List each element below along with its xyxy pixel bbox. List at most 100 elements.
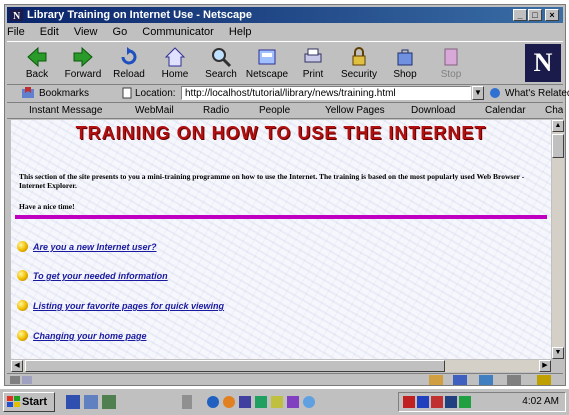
printer-icon bbox=[304, 48, 322, 63]
menu-communicator[interactable]: Communicator bbox=[142, 26, 214, 38]
security-label: Security bbox=[340, 69, 378, 80]
bullet-icon bbox=[17, 270, 28, 281]
print-label: Print bbox=[302, 69, 324, 80]
stop-icon bbox=[444, 48, 458, 66]
reload-button[interactable]: Reload bbox=[107, 44, 151, 84]
clock[interactable]: 4:02 AM bbox=[522, 396, 559, 407]
link-home-page[interactable]: Changing your home page bbox=[33, 331, 147, 341]
system-tray: 4:02 AM bbox=[398, 392, 566, 412]
search-button[interactable]: Search bbox=[199, 44, 243, 84]
window-title: Library Training on Internet Use - Netsc… bbox=[27, 9, 252, 21]
component-bar-icons[interactable] bbox=[427, 374, 557, 386]
instant-message-link[interactable]: Instant Message bbox=[29, 105, 102, 116]
whats-related-button[interactable]: What's Related bbox=[505, 88, 569, 99]
download-link[interactable]: Download bbox=[411, 105, 455, 116]
search-label: Search bbox=[205, 69, 237, 80]
calendar-link[interactable]: Calendar bbox=[485, 105, 526, 116]
greeting-text: Have a nice time! bbox=[19, 202, 75, 211]
reload-icon bbox=[121, 47, 137, 65]
bookmarks-button[interactable]: Bookmarks bbox=[39, 88, 89, 99]
status-bar bbox=[7, 373, 563, 386]
maximize-button[interactable]: □ bbox=[528, 9, 542, 21]
stop-label: Stop bbox=[440, 69, 462, 80]
scroll-left-button[interactable]: ◀ bbox=[11, 360, 23, 372]
back-arrow-icon bbox=[27, 46, 47, 68]
desktop-shortcut-icon[interactable] bbox=[66, 395, 80, 409]
app-icon[interactable] bbox=[254, 395, 268, 409]
netscape-logo: N bbox=[525, 44, 561, 82]
scroll-up-button[interactable]: ▲ bbox=[552, 120, 564, 132]
reload-label: Reload bbox=[113, 69, 145, 80]
app-icon[interactable] bbox=[222, 395, 236, 409]
home-label: Home bbox=[161, 69, 189, 80]
whats-related-icon bbox=[490, 88, 500, 98]
navigation-toolbar: Back Forward Reload Home Search Netscape… bbox=[7, 41, 563, 85]
explorer-shortcut-icon[interactable] bbox=[84, 395, 98, 409]
app-icon[interactable] bbox=[206, 395, 220, 409]
home-icon bbox=[164, 47, 186, 67]
location-bar: Bookmarks Location: http://localhost/tut… bbox=[7, 85, 569, 103]
browser-window: N Library Training on Internet Use - Net… bbox=[4, 4, 569, 386]
app-icon[interactable] bbox=[238, 395, 252, 409]
stop-button[interactable]: Stop bbox=[429, 44, 473, 84]
webmail-link[interactable]: WebMail bbox=[135, 105, 174, 116]
radio-link[interactable]: Radio bbox=[203, 105, 229, 116]
page-heading: TRAINING ON HOW TO USE THE INTERNET bbox=[75, 123, 487, 143]
page-content: TRAINING ON HOW TO USE THE INTERNET This… bbox=[11, 120, 551, 359]
forward-arrow-icon bbox=[73, 46, 93, 68]
location-page-icon bbox=[122, 87, 132, 99]
calculator-icon[interactable] bbox=[180, 395, 194, 409]
vertical-scrollbar[interactable]: ▲ ▼ bbox=[552, 120, 564, 359]
people-link[interactable]: People bbox=[259, 105, 290, 116]
url-input[interactable]: http://localhost/tutorial/library/news/t… bbox=[181, 86, 471, 100]
scroll-down-button[interactable]: ▼ bbox=[552, 347, 564, 359]
print-button[interactable]: Print bbox=[291, 44, 335, 84]
menu-go[interactable]: Go bbox=[113, 26, 128, 38]
personal-toolbar: Instant Message WebMail Radio People Yel… bbox=[7, 103, 563, 119]
yellow-pages-link[interactable]: Yellow Pages bbox=[325, 105, 385, 116]
menu-edit[interactable]: Edit bbox=[40, 26, 59, 38]
start-button[interactable]: Start bbox=[3, 392, 55, 412]
channels-link[interactable]: Chann bbox=[545, 105, 563, 116]
intro-text: This section of the site presents to you… bbox=[19, 172, 525, 190]
tray-icons[interactable] bbox=[403, 395, 483, 409]
security-button[interactable]: Security bbox=[337, 44, 381, 84]
link-favorite-pages[interactable]: Listing your favorite pages for quick vi… bbox=[33, 301, 224, 311]
connection-status-icon bbox=[10, 376, 32, 384]
menu-file[interactable]: File bbox=[7, 26, 25, 38]
app-icon[interactable] bbox=[270, 395, 284, 409]
back-button[interactable]: Back bbox=[15, 44, 59, 84]
netscape-button[interactable]: Netscape bbox=[245, 44, 289, 84]
home-button[interactable]: Home bbox=[153, 44, 197, 84]
url-dropdown-button[interactable]: ▼ bbox=[472, 86, 484, 100]
scroll-right-button[interactable]: ▶ bbox=[539, 360, 551, 372]
link-new-internet-user[interactable]: Are you a new Internet user? bbox=[33, 242, 157, 252]
shop-label: Shop bbox=[393, 69, 417, 80]
horizontal-scrollbar[interactable]: ◀ ▶ bbox=[11, 360, 551, 372]
app-icon[interactable] bbox=[302, 395, 316, 409]
location-label: Location: bbox=[135, 88, 176, 99]
search-icon bbox=[212, 48, 232, 68]
shop-button[interactable]: Shop bbox=[383, 44, 427, 84]
netscape-label: Netscape bbox=[245, 69, 289, 80]
taskbar: Start 4:02 AM bbox=[0, 388, 569, 415]
browser-shortcut-icon[interactable] bbox=[102, 395, 116, 409]
netscape-icon: N bbox=[10, 9, 23, 21]
shopping-bag-icon bbox=[397, 49, 413, 66]
menu-help[interactable]: Help bbox=[229, 26, 252, 38]
lock-icon bbox=[352, 47, 366, 66]
close-button[interactable]: × bbox=[545, 9, 559, 21]
title-bar[interactable]: N Library Training on Internet Use - Net… bbox=[7, 7, 563, 23]
link-needed-information[interactable]: To get your needed information bbox=[33, 271, 168, 281]
minimize-button[interactable]: _ bbox=[513, 9, 527, 21]
svg-text:N: N bbox=[13, 11, 21, 21]
forward-button[interactable]: Forward bbox=[61, 44, 105, 84]
forward-label: Forward bbox=[64, 69, 102, 80]
start-label: Start bbox=[22, 396, 48, 408]
app-icon[interactable] bbox=[286, 395, 300, 409]
horizontal-scroll-thumb[interactable] bbox=[25, 360, 445, 372]
scroll-thumb[interactable] bbox=[552, 134, 564, 158]
windows-logo-icon bbox=[7, 396, 20, 407]
menu-view[interactable]: View bbox=[74, 26, 98, 38]
menu-bar: File Edit View Go Communicator Help bbox=[7, 24, 563, 40]
